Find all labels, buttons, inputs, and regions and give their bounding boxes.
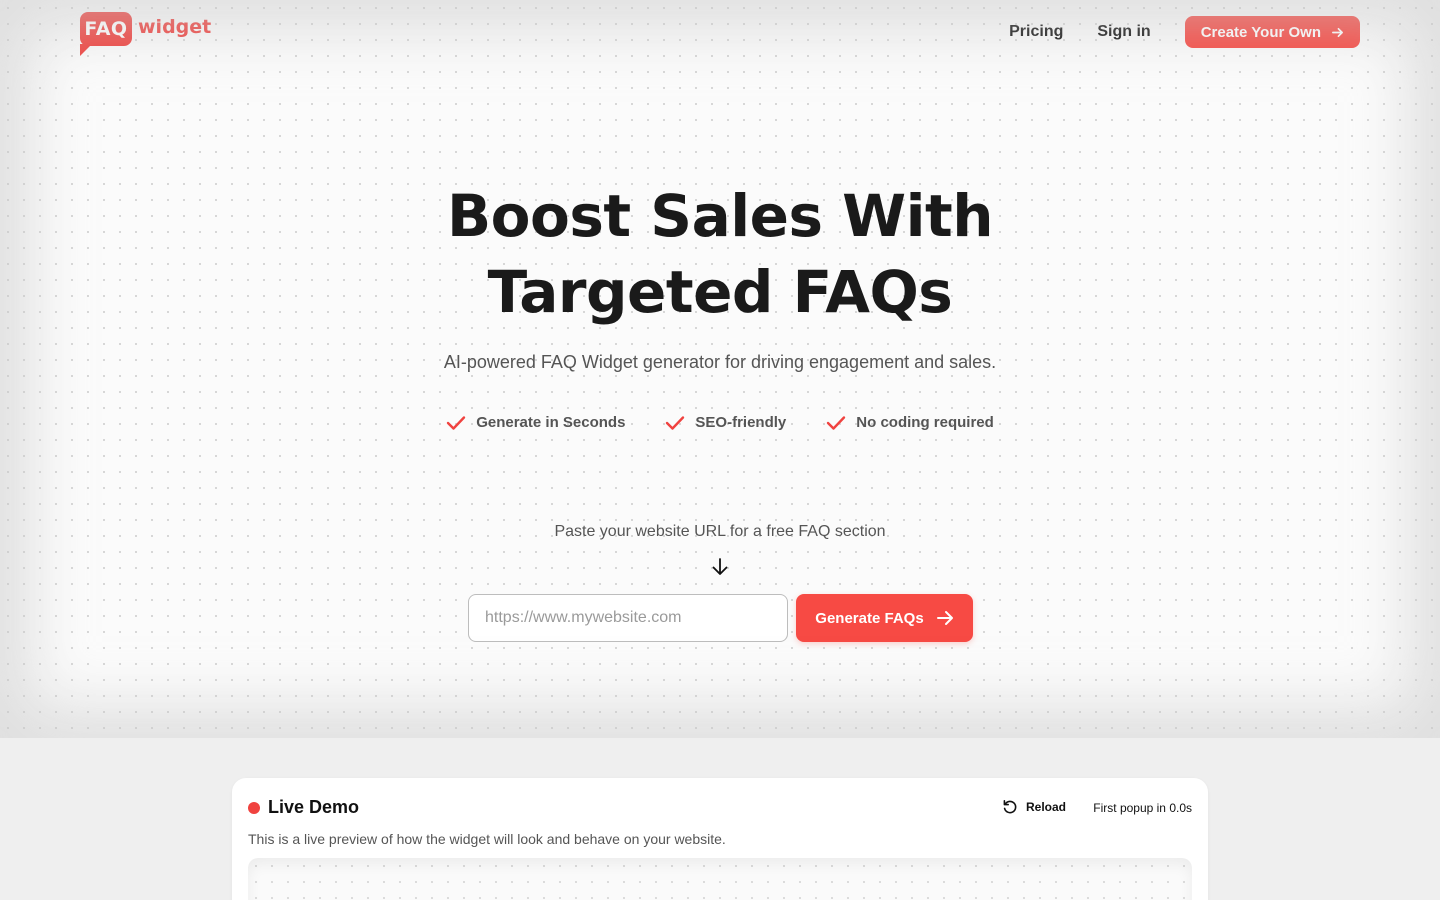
live-demo-title: Live Demo [268, 797, 360, 817]
generate-faqs-button[interactable]: Generate FAQs [796, 594, 973, 642]
feature-item: Generate in Seconds [446, 414, 625, 431]
hero-headline-line-1: Boost Sales With [446, 182, 994, 250]
live-indicator-dot [248, 802, 260, 814]
popup-timer-text: First popup in 0.0s [1093, 801, 1192, 815]
nav-sign-in-link[interactable]: Sign in [1097, 23, 1150, 41]
feature-label: Generate in Seconds [476, 414, 626, 431]
logo-wordmark: widget [138, 16, 212, 38]
reload-label: Reload [1026, 800, 1067, 814]
reload-button[interactable]: Reload [1002, 799, 1066, 815]
hero-section: FAQ widget Pricing Sign in Create Your O… [0, 0, 1440, 738]
check-icon [447, 415, 466, 430]
website-url-input[interactable] [468, 594, 788, 642]
feature-item: SEO-friendly [665, 414, 786, 431]
check-icon [666, 415, 685, 430]
arrow-right-icon [936, 611, 953, 625]
feature-label: SEO-friendly [695, 414, 787, 431]
url-prompt-label: Paste your website URL for a free FAQ se… [554, 523, 886, 540]
live-demo-card: Live Demo Reload First popup in 0.0s Thi… [232, 778, 1208, 900]
feature-item: No coding required [826, 414, 994, 431]
nav-pricing-link[interactable]: Pricing [1009, 23, 1063, 41]
feature-label: No coding required [856, 414, 994, 431]
logo-badge: FAQ [80, 12, 132, 56]
create-your-own-button[interactable]: Create Your Own [1184, 16, 1360, 48]
arrow-right-icon [1332, 27, 1343, 37]
top-nav: Pricing Sign in Create Your Own [1009, 16, 1360, 48]
arrow-down-icon [712, 558, 728, 575]
feature-list: Generate in Seconds SEO-friendly No codi… [0, 414, 1440, 431]
check-icon [827, 415, 846, 430]
hero-headline: Boost Sales With Targeted FAQs [0, 178, 1440, 330]
create-your-own-label: Create Your Own [1200, 23, 1321, 41]
live-demo-description: This is a live preview of how the widget… [248, 831, 726, 847]
generate-faqs-label: Generate FAQs [815, 609, 924, 627]
hero-subheading: AI-powered FAQ Widget generator for driv… [443, 352, 997, 372]
hero-headline-line-2: Targeted FAQs [487, 258, 953, 326]
logo[interactable]: FAQ widget [80, 12, 212, 56]
reload-icon [1003, 800, 1017, 814]
widget-preview-area [248, 858, 1192, 900]
